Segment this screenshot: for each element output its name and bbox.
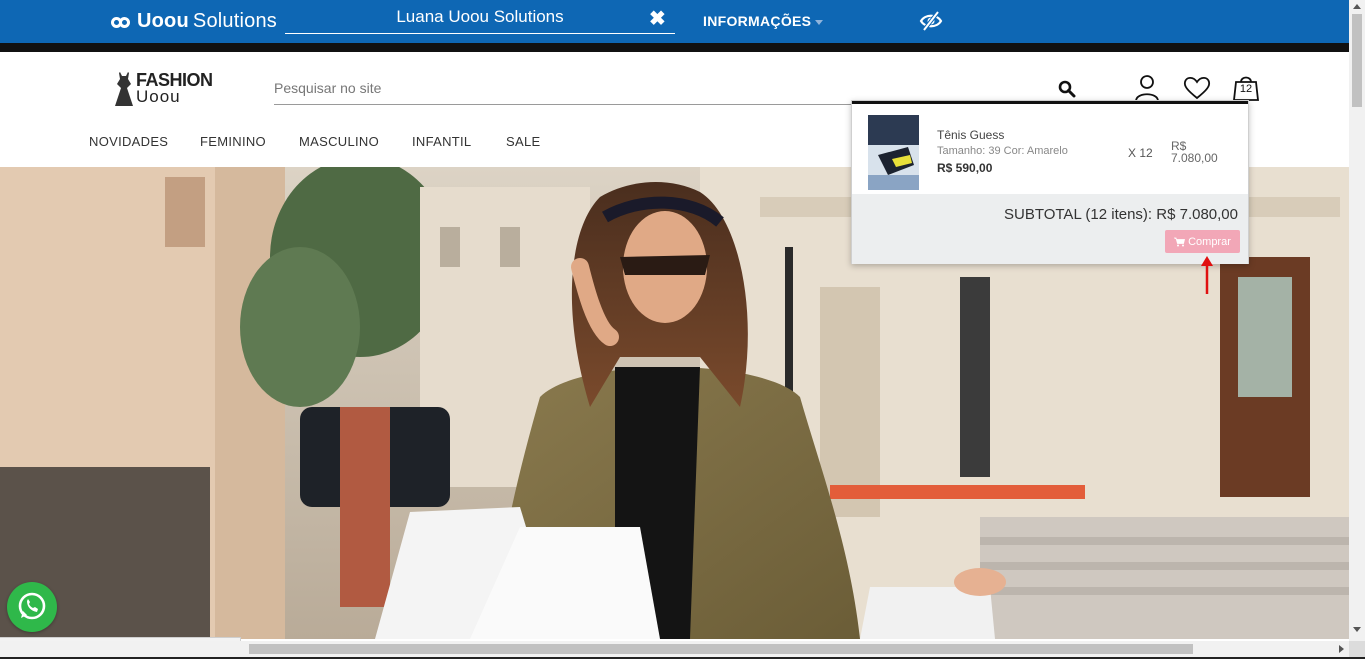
uoou-solutions-logo[interactable]: Uoou Solutions [111, 10, 277, 33]
informacoes-label: INFORMAÇÕES [703, 13, 812, 29]
horizontal-scroll-thumb[interactable] [249, 644, 1193, 654]
nav-item-masculino[interactable]: MASCULINO [299, 134, 379, 149]
scroll-right-icon[interactable] [1339, 645, 1344, 653]
eye-slash-icon[interactable] [919, 10, 943, 32]
nav-item-infantil[interactable]: INFANTIL [412, 134, 471, 149]
cart-item-name[interactable]: Tênis Guess [937, 128, 1004, 142]
user-icon[interactable] [1133, 74, 1161, 102]
vertical-scroll-thumb[interactable] [1352, 14, 1362, 107]
header-divider [0, 43, 1349, 52]
nav-item-feminino[interactable]: FEMININO [200, 134, 266, 149]
vertical-scrollbar[interactable] [1349, 0, 1365, 641]
search-input[interactable] [274, 76, 1034, 100]
close-icon[interactable]: ✖ [649, 6, 666, 31]
chevron-down-icon [815, 19, 824, 25]
cart-count-badge: 12 [1239, 83, 1253, 95]
product-thumbnail[interactable] [868, 115, 919, 190]
store-name-field[interactable]: Luana Uoou Solutions [285, 6, 675, 34]
brand-light-text: Solutions [192, 10, 277, 32]
cart-icon [1174, 237, 1186, 246]
logo-line2: Uoou [136, 87, 181, 106]
dress-icon [115, 72, 133, 106]
mini-cart-dropdown: Tênis Guess Tamanho: 39 Cor: Amarelo R$ … [851, 100, 1249, 264]
cart-button[interactable]: 12 [1232, 74, 1260, 102]
whatsapp-icon [18, 592, 46, 620]
fashion-uoou-logo[interactable]: FASHION Uoou [113, 70, 213, 110]
horizontal-scrollbar[interactable] [0, 641, 1349, 657]
page-root: Uoou Solutions Luana Uoou Solutions ✖ INF… [0, 0, 1365, 659]
cart-item[interactable]: Tênis Guess Tamanho: 39 Cor: Amarelo R$ … [852, 104, 1248, 194]
cart-item-line-total: R$ 7.080,00 [1171, 139, 1218, 165]
search-icon[interactable] [1058, 80, 1076, 98]
buy-button[interactable]: Comprar [1165, 230, 1240, 253]
mini-cart-footer: SUBTOTAL (12 itens): R$ 7.080,00 Comprar [852, 194, 1248, 264]
nav-item-novidades[interactable]: NOVIDADES [89, 134, 168, 149]
cart-item-quantity: X 12 [1128, 146, 1153, 160]
cart-item-price: R$ 590,00 [937, 161, 993, 175]
buy-button-label: Comprar [1188, 235, 1231, 248]
cart-item-attributes: Tamanho: 39 Cor: Amarelo [937, 145, 1068, 157]
whatsapp-button[interactable] [7, 582, 57, 632]
admin-bar: Uoou Solutions Luana Uoou Solutions ✖ INF… [0, 0, 1349, 43]
informacoes-menu[interactable]: INFORMAÇÕES [703, 13, 824, 29]
scroll-up-icon[interactable] [1353, 4, 1361, 9]
cart-subtotal: SUBTOTAL (12 itens): R$ 7.080,00 [1003, 206, 1238, 223]
scroll-down-icon[interactable] [1353, 627, 1361, 632]
brand-bold-text: Uoou [137, 10, 189, 32]
scrollbar-corner [1349, 641, 1365, 657]
link-rings-icon [111, 15, 133, 29]
nav-item-sale[interactable]: SALE [506, 134, 540, 149]
red-arrow-annotation [1201, 256, 1213, 294]
heart-icon[interactable] [1183, 74, 1211, 102]
